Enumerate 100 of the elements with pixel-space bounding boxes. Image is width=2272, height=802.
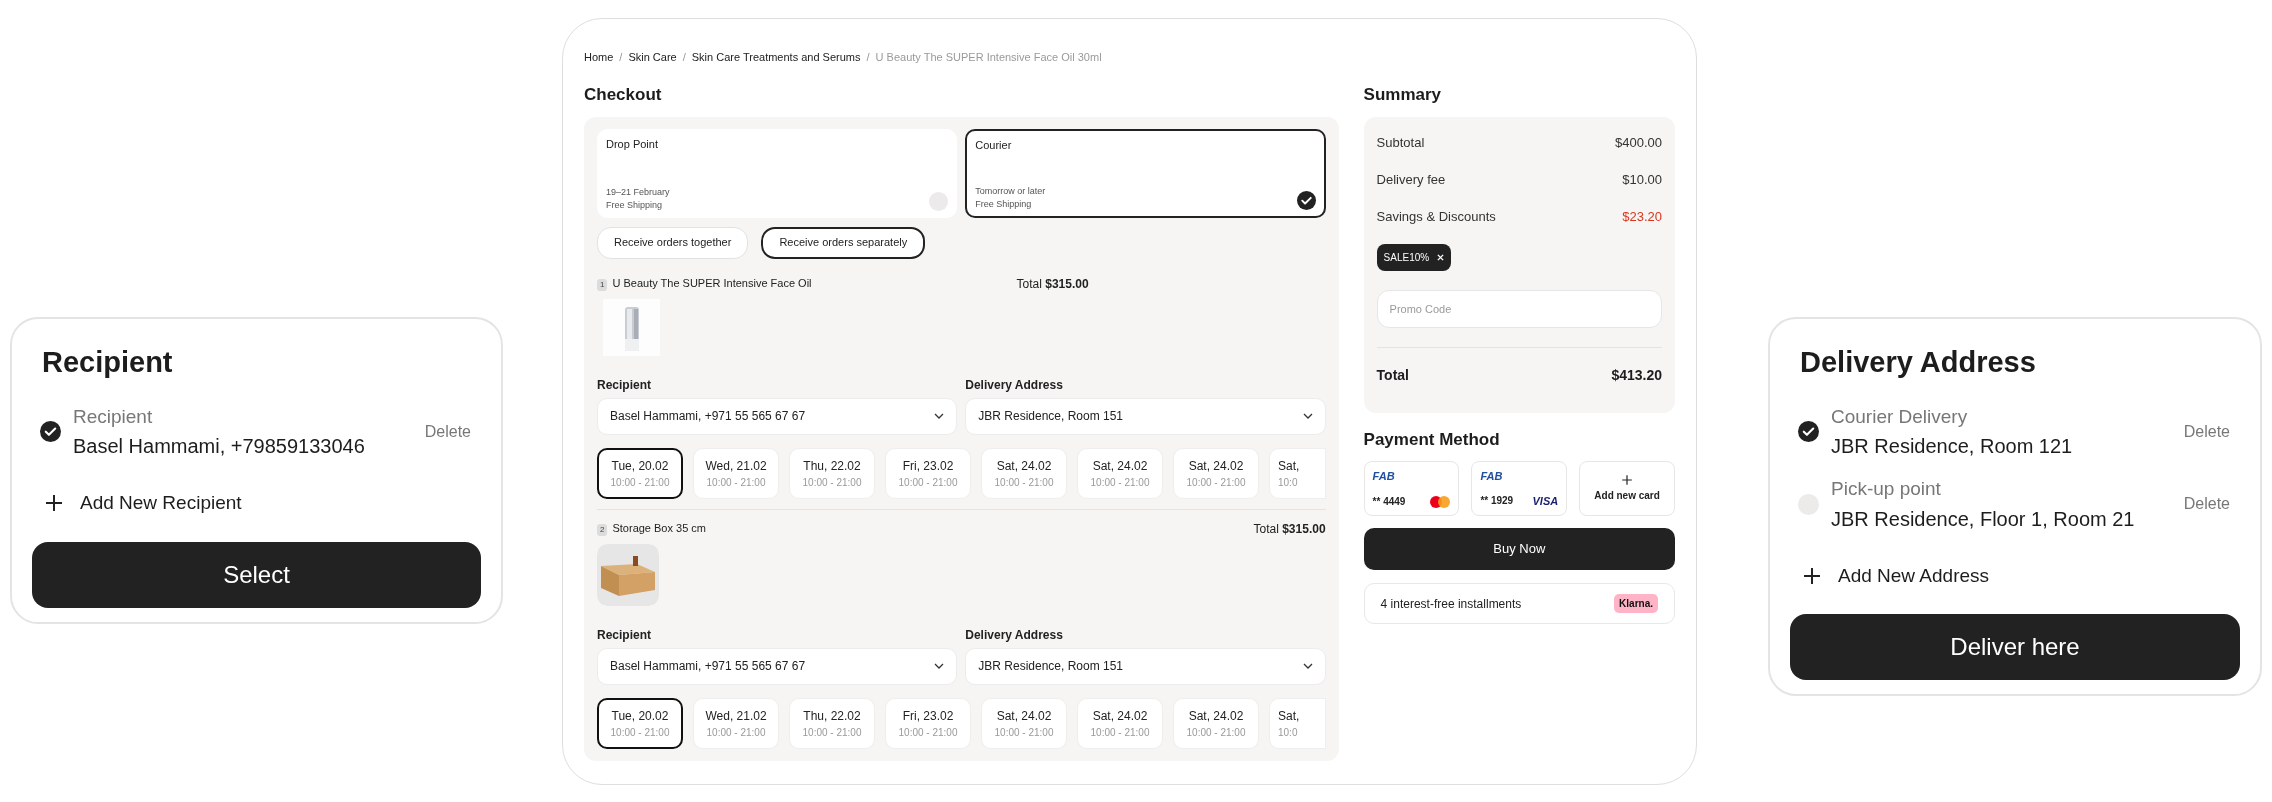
breadcrumb-link[interactable]: Skin Care bbox=[628, 48, 677, 65]
slot-day: Thu, 22.02 bbox=[803, 706, 861, 725]
option-label: Recipient bbox=[73, 404, 154, 429]
slot-time: 10:00 - 21:00 bbox=[706, 725, 766, 740]
option-value[interactable]: Basel Hammami, +79859133046 bbox=[73, 431, 365, 461]
slot-time: 10:00 - 21:00 bbox=[802, 475, 862, 490]
summary-value: $10.00 bbox=[1622, 171, 1662, 190]
chevron-down-icon bbox=[934, 663, 945, 669]
payment-card[interactable]: FAB ** 1929 VISA bbox=[1471, 461, 1568, 516]
breadcrumb-link[interactable]: Skin Care Treatments and Serums bbox=[691, 48, 861, 65]
slot-day: Sat, 24.02 bbox=[996, 706, 1052, 725]
delivery-slot[interactable]: Sat, 24.02 10:00 - 21:00 bbox=[981, 447, 1067, 499]
delivery-slot[interactable]: Thu, 22.02 10:00 - 21:00 bbox=[789, 447, 875, 499]
slot-day: Fri, 23.02 bbox=[902, 706, 954, 725]
delivery-option[interactable]: Courier Tomorrow or later Free Shipping bbox=[965, 128, 1326, 218]
option-label: Courier Delivery bbox=[1831, 404, 1969, 429]
slot-day: Thu, 22.02 bbox=[803, 456, 861, 475]
delivery-slot[interactable]: Sat, 10:0 bbox=[1269, 697, 1326, 749]
slot-day: Wed, 21.02 bbox=[705, 456, 767, 475]
delivery-slot[interactable]: Tue, 20.02 10:00 - 21:00 bbox=[597, 697, 683, 749]
close-icon[interactable] bbox=[1437, 253, 1445, 261]
dialog-title: Delivery Address bbox=[1799, 345, 2037, 380]
delivery-slot[interactable]: Sat, 10:0 bbox=[1269, 447, 1326, 499]
option-note: Free Shipping bbox=[975, 198, 1033, 211]
product-name: Storage Box 35 cm bbox=[612, 520, 706, 536]
select-field[interactable]: JBR Residence, Room 151 bbox=[965, 647, 1326, 685]
slot-time: 10:00 - 21:00 bbox=[898, 475, 958, 490]
dialog-title: Recipient bbox=[41, 345, 174, 380]
slot-day: Sat, 24.02 bbox=[1092, 706, 1148, 725]
field-label: Recipient bbox=[597, 376, 652, 394]
add-link[interactable]: Add New Recipient bbox=[80, 489, 242, 518]
grouping-toggle[interactable]: Receive orders together bbox=[597, 226, 749, 259]
option-note: Free Shipping bbox=[606, 199, 664, 212]
summary-label: Subtotal bbox=[1376, 134, 1425, 153]
delivery-slot[interactable]: Sat, 24.02 10:00 - 21:00 bbox=[1173, 447, 1259, 499]
slot-time: 10:00 - 21:00 bbox=[1186, 725, 1246, 740]
item-number-badge: 2 bbox=[597, 523, 608, 536]
option-value[interactable]: JBR Residence, Floor 1, Room 21 bbox=[1831, 503, 2135, 534]
chevron-down-icon bbox=[1302, 663, 1313, 669]
plus-icon bbox=[1621, 474, 1634, 486]
add-card-button[interactable]: Add new card bbox=[1579, 461, 1675, 516]
slot-day: Tue, 20.02 bbox=[611, 706, 669, 725]
add-link[interactable]: Add New Address bbox=[1838, 561, 1990, 590]
check-icon[interactable] bbox=[40, 421, 61, 443]
check-icon[interactable] bbox=[1296, 190, 1316, 210]
delivery-slot[interactable]: Thu, 22.02 10:00 - 21:00 bbox=[789, 697, 875, 749]
shipment-total: Total $315.00 bbox=[1253, 520, 1326, 538]
chevron-down-icon bbox=[1302, 413, 1313, 419]
select-field[interactable]: JBR Residence, Room 151 bbox=[965, 397, 1326, 435]
breadcrumb-link[interactable]: Home bbox=[584, 48, 614, 65]
slot-time: 10:00 - 21:00 bbox=[1090, 725, 1150, 740]
breadcrumb-separator: / bbox=[682, 49, 686, 65]
summary-label: Savings & Discounts bbox=[1376, 208, 1496, 227]
delete-link[interactable]: Delete bbox=[2183, 419, 2230, 444]
chevron-down-icon bbox=[934, 413, 945, 419]
field-label: Recipient bbox=[597, 626, 652, 644]
option-title: Drop Point bbox=[606, 136, 659, 152]
summary-value: $23.20 bbox=[1622, 208, 1662, 227]
delete-link[interactable]: Delete bbox=[424, 419, 471, 444]
delivery-slot[interactable]: Tue, 20.02 10:00 - 21:00 bbox=[597, 447, 683, 499]
total-value: $413.20 bbox=[1611, 365, 1662, 385]
summary-value: $400.00 bbox=[1615, 134, 1662, 153]
payment-card[interactable]: FAB ** 4449 bbox=[1363, 461, 1460, 516]
slot-time: 10:00 - 21:00 bbox=[802, 725, 862, 740]
delivery-slot[interactable]: Wed, 21.02 10:00 - 21:00 bbox=[693, 447, 779, 499]
delivery-slot[interactable]: Fri, 23.02 10:00 - 21:00 bbox=[885, 447, 971, 499]
primary-button[interactable]: Select bbox=[32, 541, 481, 608]
slot-time: 10:00 - 21:00 bbox=[898, 725, 958, 740]
delivery-slot[interactable]: Sat, 24.02 10:00 - 21:00 bbox=[1077, 447, 1163, 499]
page-title: Checkout bbox=[584, 84, 663, 106]
breadcrumb-separator: / bbox=[866, 49, 870, 65]
delete-link[interactable]: Delete bbox=[2183, 492, 2230, 517]
slot-time: 10:00 - 21:00 bbox=[994, 475, 1054, 490]
delivery-slot[interactable]: Sat, 24.02 10:00 - 21:00 bbox=[981, 697, 1067, 749]
field-label: Delivery Address bbox=[965, 376, 1064, 394]
option-value[interactable]: JBR Residence, Room 121 bbox=[1831, 431, 2073, 461]
slot-time: 10:00 - 21:00 bbox=[1090, 475, 1150, 490]
delivery-slot[interactable]: Wed, 21.02 10:00 - 21:00 bbox=[693, 697, 779, 749]
card-network-logo: VISA bbox=[1532, 493, 1559, 509]
slot-day: Sat, bbox=[1278, 706, 1300, 725]
promo-code-field[interactable]: Promo Code bbox=[1376, 289, 1662, 328]
grouping-toggle[interactable]: Receive orders separately bbox=[761, 226, 926, 259]
buy-now-button[interactable]: Buy Now bbox=[1363, 528, 1675, 570]
slot-day: Sat, bbox=[1278, 456, 1300, 475]
slot-time: 10:0 bbox=[1278, 725, 1298, 740]
slot-time: 10:00 - 21:00 bbox=[994, 725, 1054, 740]
slot-time: 10:00 - 21:00 bbox=[706, 475, 766, 490]
select-field[interactable]: Basel Hammami, +971 55 565 67 67 bbox=[597, 647, 958, 685]
delivery-option[interactable]: Drop Point 19–21 February Free Shipping bbox=[597, 128, 958, 218]
check-icon[interactable] bbox=[1798, 421, 1819, 443]
delivery-slot[interactable]: Sat, 24.02 10:00 - 21:00 bbox=[1173, 697, 1259, 749]
select-field[interactable]: Basel Hammami, +971 55 565 67 67 bbox=[597, 397, 958, 435]
delivery-slot[interactable]: Fri, 23.02 10:00 - 21:00 bbox=[885, 697, 971, 749]
primary-button[interactable]: Deliver here bbox=[1790, 614, 2240, 680]
card-network-icon bbox=[1430, 495, 1451, 508]
promo-tag[interactable]: SALE10% bbox=[1376, 243, 1452, 271]
option-label: Pick-up point bbox=[1831, 477, 1942, 501]
bank-logo: FAB bbox=[1480, 469, 1503, 484]
field-label: Delivery Address bbox=[965, 626, 1064, 644]
delivery-slot[interactable]: Sat, 24.02 10:00 - 21:00 bbox=[1077, 697, 1163, 749]
